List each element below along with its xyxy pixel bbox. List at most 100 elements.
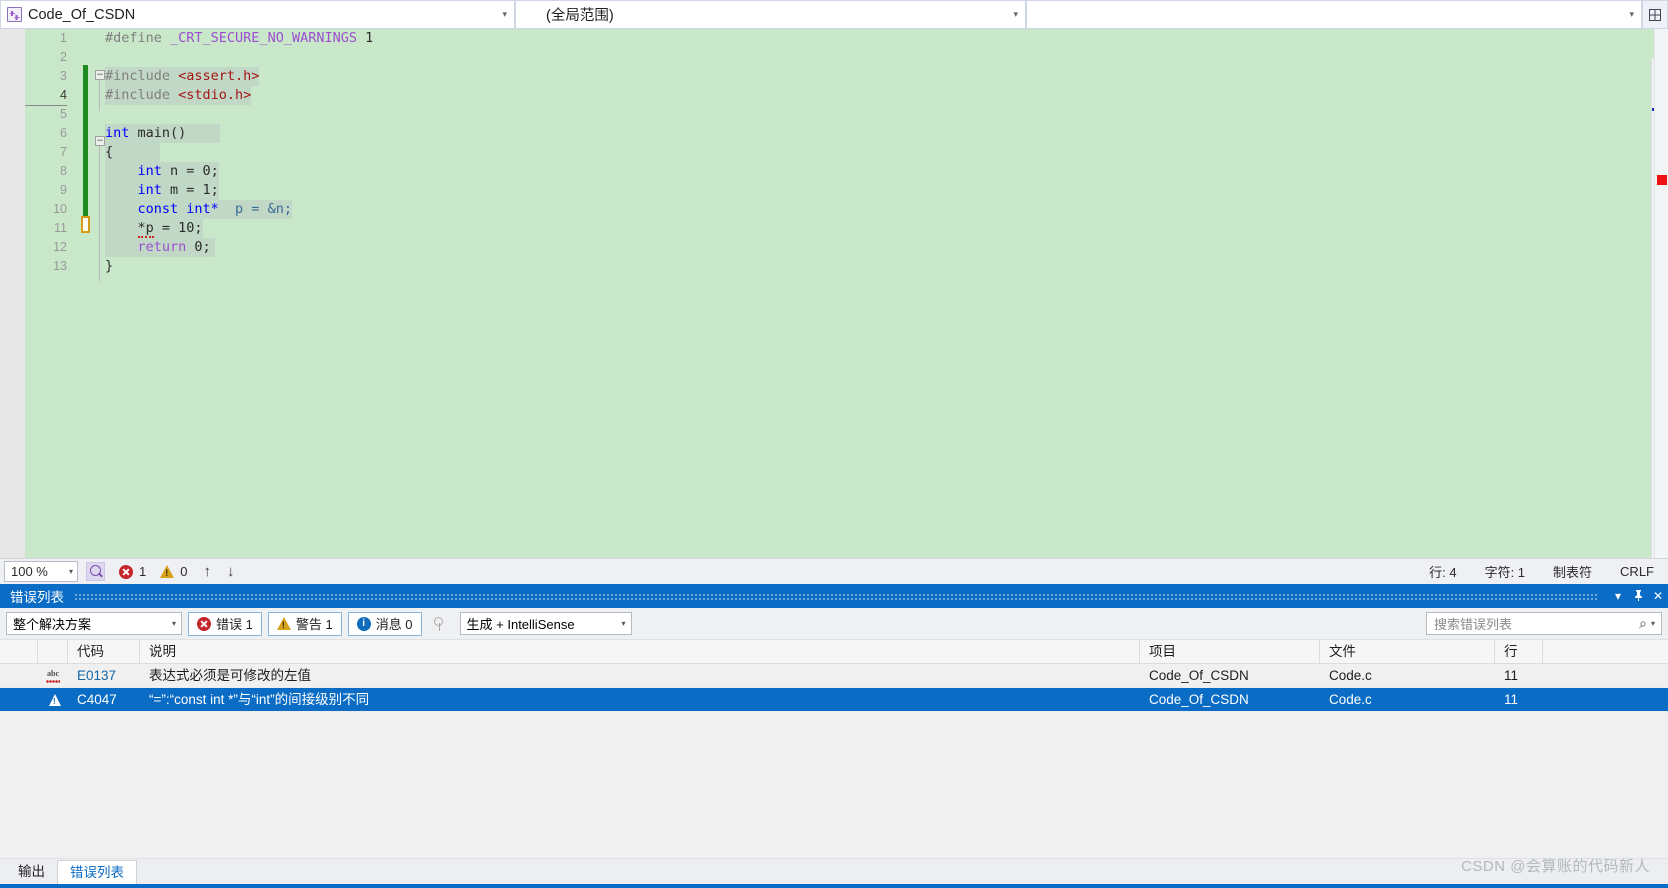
code-line[interactable]: 8 int n = 0; (25, 162, 1668, 181)
code-token: n = (170, 163, 203, 179)
code-token: m = (170, 182, 203, 198)
errors-filter-button[interactable]: 错误 1 (188, 611, 262, 636)
search-placeholder-label: 搜索错误列表 (1434, 617, 1513, 632)
code-line-text: #include <assert.h> (105, 67, 260, 86)
code-token: return (137, 239, 195, 255)
row-line-cell: 11 (1504, 691, 1519, 707)
search-error-list[interactable]: 搜索错误列表 ⌕ ▾ (1426, 612, 1662, 635)
next-issue-button[interactable]: ↓ (227, 563, 235, 580)
drag-handle[interactable] (74, 592, 1598, 600)
code-line[interactable]: 9 int m = 1; (25, 181, 1668, 200)
error-marker[interactable] (1657, 175, 1667, 185)
table-row[interactable]: abc E0137 表达式必须是可修改的左值 Code_Of_CSDN Code.c 11 (0, 664, 1668, 688)
code-line[interactable]: 7{ (25, 143, 1668, 162)
panel-tab-output[interactable]: 输出 (6, 860, 57, 884)
row-pin-cell[interactable] (0, 664, 38, 688)
header-description[interactable]: 说明 (140, 639, 1140, 664)
header-icon[interactable] (38, 639, 68, 664)
code-line[interactable]: 11 *p = 10; (25, 219, 1668, 238)
project-name-label: Code_Of_CSDN (28, 6, 136, 23)
pin-icon[interactable] (1628, 589, 1648, 604)
header-suppression[interactable] (1543, 640, 1668, 664)
tab-mode-indicator[interactable]: 制表符 (1539, 562, 1606, 581)
warnings-filter-button[interactable]: 警告 1 (267, 611, 342, 636)
code-line-text: int main() (105, 124, 220, 143)
code-line-text: int m = 1; (105, 181, 219, 200)
code-line-text: { (105, 143, 160, 162)
line-number: 10 (53, 202, 67, 216)
table-row[interactable]: C4047 “=”:“const int *”与“int”的间接级别不同 Code_… (0, 688, 1668, 712)
panel-tab-error-list[interactable]: 错误列表 (57, 860, 137, 884)
prev-issue-button[interactable]: ↑ (203, 563, 211, 580)
code-line[interactable]: 6 int main() (25, 124, 1668, 143)
panel-dropdown-button[interactable]: ▾ (1608, 589, 1628, 603)
filter-icon[interactable] (432, 614, 450, 634)
code-line[interactable]: 12 return 0; (25, 238, 1668, 257)
scope-selector[interactable]: (全局范围) ▾ (515, 0, 1026, 29)
row-suppression-cell (1543, 688, 1668, 712)
error-list-title-bar: 错误列表 ▾ ✕ (0, 584, 1668, 608)
zoom-level-selector[interactable]: 100 % ▾ (4, 561, 78, 582)
project-icon (7, 7, 22, 22)
scope-label: (全局范围) (546, 8, 614, 24)
code-line[interactable]: 4 #include <stdio.h> (25, 86, 1668, 106)
code-line-text: int n = 0; (105, 162, 219, 181)
line-number: 9 (60, 183, 67, 197)
code-line[interactable]: 3 #include <assert.h> (25, 67, 1668, 86)
code-text-area[interactable]: − − 1 #define _CRT_SECURE_NO_WARNINGS 123… (25, 29, 1668, 558)
line-number: 1 (60, 31, 67, 45)
errors-filter-label: 错误 1 (216, 617, 253, 632)
error-list-panel: 错误列表 ▾ ✕ 整个解决方案 ▾ 错误 1 警告 1 (0, 584, 1668, 888)
navigation-bar: Code_Of_CSDN ▾ (全局范围) ▾ ▾ (0, 0, 1668, 29)
watermark-label: CSDN @会算账的代码新人 (1461, 858, 1650, 875)
intellisense-icon[interactable] (86, 562, 105, 581)
line-number: 13 (53, 259, 67, 273)
project-selector[interactable]: Code_Of_CSDN ▾ (0, 0, 515, 29)
code-line-text: const int* p = &n; (105, 200, 292, 219)
chevron-down-icon[interactable]: ▾ (1651, 619, 1655, 628)
line-ending-indicator[interactable]: CRLF (1606, 564, 1668, 579)
code-line[interactable]: 13} (25, 257, 1668, 276)
code-line-text: #define _CRT_SECURE_NO_WARNINGS 1 (105, 29, 373, 48)
close-icon[interactable]: ✕ (1648, 589, 1668, 603)
row-pin-cell[interactable] (0, 688, 38, 712)
code-line[interactable]: 1 #define _CRT_SECURE_NO_WARNINGS 1 (25, 29, 1668, 48)
scope-filter-dropdown[interactable]: 整个解决方案 ▾ (6, 612, 182, 635)
header-pin[interactable] (0, 639, 38, 664)
messages-filter-button[interactable]: i 消息 0 (347, 611, 422, 636)
chevron-down-icon: ▾ (1629, 9, 1634, 19)
code-token: } (105, 258, 114, 274)
chevron-down-icon: ▾ (621, 619, 626, 628)
member-selector[interactable]: ▾ (1026, 0, 1642, 29)
header-project[interactable]: 项目 (1140, 639, 1320, 664)
code-line[interactable]: 5 (25, 105, 1668, 124)
code-token: { (105, 144, 114, 160)
header-file[interactable]: 文件 (1320, 639, 1495, 664)
messages-filter-label: 消息 0 (375, 617, 413, 632)
cursor-char-indicator: 字符: 1 (1484, 565, 1526, 580)
code-editor[interactable]: − − 1 #define _CRT_SECURE_NO_WARNINGS 123… (0, 29, 1668, 558)
code-token: int (105, 125, 138, 141)
code-token: <stdio.h> (178, 87, 252, 103)
status-bar-right: 行: 4 字符: 1 制表符 CRLF (1415, 562, 1668, 581)
cursor-line-indicator: 行: 4 (1429, 565, 1457, 580)
error-count-indicator[interactable]: 1 (119, 564, 146, 579)
error-list-rows: abc E0137 表达式必须是可修改的左值 Code_Of_CSDN Code.c 11… (0, 664, 1668, 712)
header-code[interactable]: 代码 (68, 639, 140, 664)
row-line-cell: 11 (1504, 667, 1519, 683)
header-line[interactable]: 行 (1495, 639, 1543, 664)
line-number: 2 (60, 50, 67, 64)
code-line[interactable]: 2 (25, 48, 1668, 67)
chevron-down-icon: ▾ (502, 9, 507, 19)
build-source-dropdown[interactable]: 生成 + IntelliSense ▾ (459, 612, 632, 635)
editor-scrollbar-region[interactable]: ▲ ▼ (1637, 29, 1668, 587)
code-line[interactable]: 10 const int* p = &n; (25, 200, 1668, 219)
split-view-button[interactable] (1642, 0, 1668, 29)
search-icon: ⌕ (1639, 615, 1647, 631)
warning-count-indicator[interactable]: 0 (160, 564, 187, 579)
line-number: 11 (54, 221, 67, 235)
warning-icon (48, 693, 61, 706)
